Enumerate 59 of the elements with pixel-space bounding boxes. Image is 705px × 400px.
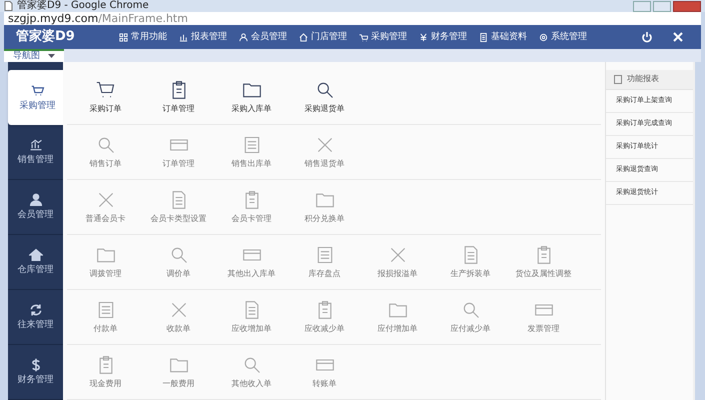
menu-item[interactable]: 报表管理 bbox=[179, 32, 227, 42]
app-logo: 管家婆D9 bbox=[15, 28, 76, 46]
function-item[interactable]: 库存盘点 bbox=[288, 234, 361, 289]
refresh-icon bbox=[28, 303, 42, 318]
menu-item[interactable]: 财务管理 bbox=[419, 32, 467, 42]
menu-item[interactable]: 基础资料 bbox=[479, 32, 527, 42]
power-icon[interactable] bbox=[641, 31, 653, 44]
function-item[interactable]: 付款单 bbox=[69, 290, 142, 344]
function-item[interactable]: 会员卡类型设置 bbox=[142, 180, 215, 234]
bar-chart-icon bbox=[179, 32, 188, 42]
menu-item[interactable]: 常用功能 bbox=[119, 32, 167, 42]
close-button[interactable] bbox=[673, 0, 701, 12]
function-item[interactable]: 一般费用 bbox=[142, 344, 215, 399]
function-item[interactable]: 普通会员卡 bbox=[69, 180, 142, 234]
function-item[interactable]: 应收减少单 bbox=[288, 290, 361, 344]
function-item[interactable]: 转账单 bbox=[288, 344, 361, 399]
window-title: 管家婆D9 - Google Chrome bbox=[17, 1, 149, 12]
function-item[interactable]: 会员卡管理 bbox=[215, 180, 288, 234]
nav-tab[interactable]: 导航图 bbox=[4, 48, 64, 62]
function-item[interactable]: 发票管理 bbox=[507, 290, 580, 344]
menu-item[interactable]: 会员管理 bbox=[239, 32, 287, 42]
function-item[interactable]: 其他出入库单 bbox=[215, 234, 288, 289]
function-item[interactable]: 订单管理 bbox=[142, 124, 215, 179]
function-item[interactable]: 应付减少单 bbox=[434, 290, 507, 344]
function-item[interactable]: 销售出库单 bbox=[215, 124, 288, 179]
person-icon bbox=[28, 193, 42, 208]
function-item[interactable]: 应收增加单 bbox=[215, 290, 288, 344]
house-icon bbox=[299, 32, 308, 42]
function-item[interactable]: 调价单 bbox=[142, 234, 215, 289]
menu-item[interactable]: 系统管理 bbox=[539, 32, 587, 42]
document-icon bbox=[479, 32, 488, 42]
function-item[interactable]: 销售退货单 bbox=[288, 124, 361, 179]
panel-title: 功能报表 bbox=[627, 75, 659, 84]
function-item[interactable]: 积分兑换单 bbox=[288, 180, 361, 234]
function-item[interactable]: 调拨管理 bbox=[69, 234, 142, 289]
function-item[interactable]: 采购退货单 bbox=[288, 70, 361, 124]
function-item[interactable]: 现金费用 bbox=[69, 344, 142, 399]
yen-icon bbox=[419, 32, 428, 42]
menu-item[interactable]: 采购管理 bbox=[359, 32, 407, 42]
function-item[interactable]: 订单管理 bbox=[142, 70, 215, 124]
cart-icon bbox=[30, 84, 44, 98]
cart-icon bbox=[359, 32, 368, 42]
function-item[interactable]: 报损报溢单 bbox=[361, 234, 434, 289]
function-item[interactable]: 应付增加单 bbox=[361, 290, 434, 344]
function-item[interactable]: 生产拆装单 bbox=[434, 234, 507, 289]
function-item[interactable]: 采购订单 bbox=[69, 70, 142, 124]
grid-icon bbox=[119, 32, 128, 42]
house-icon bbox=[28, 248, 42, 262]
function-item[interactable]: 收款单 bbox=[142, 290, 215, 344]
person-icon bbox=[239, 32, 248, 42]
caret-icon bbox=[48, 54, 55, 58]
close-icon[interactable] bbox=[673, 32, 683, 42]
menu-item[interactable]: 门店管理 bbox=[299, 32, 347, 42]
function-item[interactable]: 其他收入单 bbox=[215, 344, 288, 399]
bar-chart-icon bbox=[28, 138, 42, 152]
function-item[interactable]: 货位及属性调整 bbox=[507, 234, 580, 289]
function-item[interactable]: 采购入库单 bbox=[215, 70, 288, 124]
document-icon bbox=[614, 74, 622, 84]
function-item[interactable]: 销售订单 bbox=[69, 124, 142, 179]
